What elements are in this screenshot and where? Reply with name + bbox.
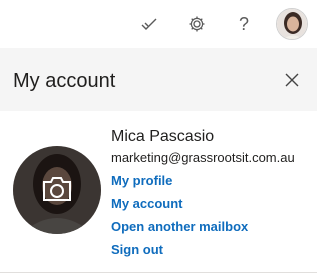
open-another-mailbox-link[interactable]: Open another mailbox bbox=[111, 219, 248, 234]
divider bbox=[0, 272, 317, 273]
top-bar: ? bbox=[0, 0, 317, 48]
help-icon[interactable]: ? bbox=[231, 11, 257, 37]
camera-icon bbox=[43, 177, 71, 201]
panel-title: My account bbox=[13, 70, 116, 92]
panel-header: My account bbox=[0, 48, 317, 111]
account-panel: My account Mica Pascasio marketing@grass… bbox=[0, 48, 317, 276]
close-icon[interactable] bbox=[281, 69, 303, 91]
my-account-link[interactable]: My account bbox=[111, 196, 183, 211]
sign-out-link[interactable]: Sign out bbox=[111, 242, 163, 257]
my-profile-link[interactable]: My profile bbox=[111, 173, 172, 188]
premium-check-icon[interactable] bbox=[136, 11, 162, 37]
user-name: Mica Pascasio bbox=[111, 128, 215, 145]
user-email: marketing@grassrootsit.com.au bbox=[111, 150, 295, 165]
gear-icon[interactable] bbox=[184, 11, 210, 37]
change-photo-avatar[interactable] bbox=[13, 146, 101, 234]
profile-avatar[interactable] bbox=[276, 8, 308, 40]
